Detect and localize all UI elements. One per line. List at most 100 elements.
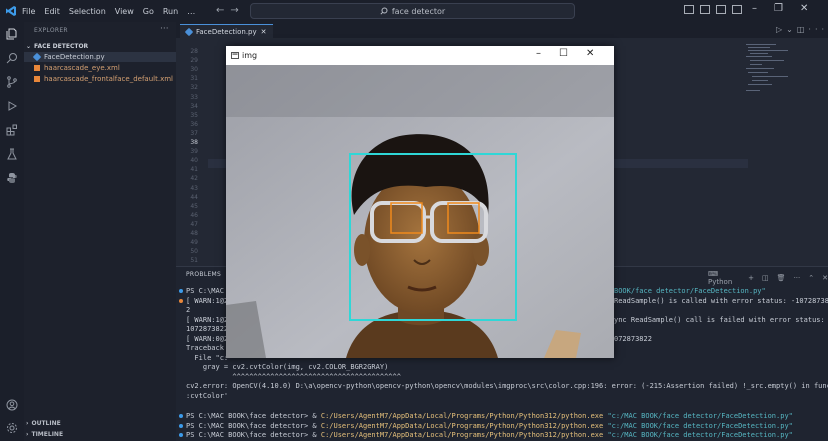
vscode-logo-icon	[0, 0, 22, 22]
customize-layout-icon[interactable]	[732, 5, 742, 14]
forward-arrow-icon[interactable]: →	[230, 5, 244, 16]
terminal-line-fragment: 072873822	[614, 334, 652, 343]
account-icon[interactable]	[6, 399, 18, 411]
terminal-line: :cvtColor'	[186, 391, 229, 400]
search-icon	[380, 7, 388, 15]
cv-window-titlebar[interactable]: img – ☐ ✕	[226, 46, 614, 65]
chevron-right-icon: ›	[26, 431, 29, 438]
line-number: 31	[190, 75, 198, 83]
terminal-line-fragment: ReadSample() is called with error status…	[614, 296, 828, 305]
more-actions-icon[interactable]: ···	[160, 24, 169, 34]
terminal-line: cv2.error: OpenCV(4.10.0) D:\a\opencv-py…	[186, 382, 828, 390]
window-app-icon	[231, 52, 239, 59]
close-icon[interactable]: ✕	[800, 3, 808, 14]
cv-minimize-icon[interactable]: –	[536, 48, 541, 59]
explorer-sidebar: EXPLORER ··· ⌄ FACE DETECTOR FaceDetecti…	[24, 22, 176, 441]
line-number: 51	[190, 257, 198, 265]
tab-facedetection-py[interactable]: FaceDetection.py ✕	[180, 24, 273, 38]
search-icon[interactable]	[6, 52, 18, 64]
terminal-prompt-line: PS C:\MAC BOOK\face detector> & C:/Users…	[186, 421, 793, 430]
extensions-icon[interactable]	[6, 124, 18, 136]
line-number: 48	[190, 230, 198, 237]
line-number: 45	[190, 202, 198, 210]
cv-maximize-icon[interactable]: ☐	[559, 48, 568, 59]
more-actions-icon[interactable]: ···	[808, 25, 828, 34]
xml-file-icon	[34, 65, 40, 71]
opencv-image-window[interactable]: img – ☐ ✕	[226, 46, 614, 358]
chevron-down-icon[interactable]: ⌄	[786, 25, 797, 34]
command-status-dot[interactable]	[179, 433, 183, 437]
maximize-panel-icon[interactable]: ⌃	[808, 274, 814, 282]
line-number: 34	[190, 102, 198, 110]
toggle-panel-icon[interactable]	[700, 5, 710, 14]
terminal-line: File "c:	[186, 353, 229, 362]
menu-run[interactable]: Run	[163, 7, 178, 16]
menu-go[interactable]: Go	[143, 7, 154, 16]
timeline-section[interactable]: › TIMELINE	[26, 431, 63, 438]
toggle-secondary-sidebar-icon[interactable]	[716, 5, 726, 14]
python-file-icon	[32, 52, 42, 62]
line-number: 46	[190, 211, 198, 219]
add-terminal-icon[interactable]: +	[748, 274, 754, 282]
run-debug-icon[interactable]	[6, 100, 18, 112]
cv-window-title: img	[242, 51, 258, 60]
terminal-python-icon[interactable]: ⌨ Python	[708, 270, 740, 286]
tab-problems[interactable]: PROBLEMS	[186, 271, 221, 278]
run-controls[interactable]: ▷⌄◫···	[776, 25, 828, 34]
line-number: 30	[190, 66, 198, 74]
file-haarcascade-eye[interactable]: haarcascade_eye.xml	[24, 63, 176, 73]
run-icon[interactable]: ▷	[776, 25, 786, 34]
python-icon[interactable]	[6, 172, 18, 184]
terminal-line: [ WARN:1@2	[186, 296, 229, 305]
restore-icon[interactable]: ❐	[774, 3, 783, 14]
minimap[interactable]	[746, 44, 796, 104]
terminal-line: [ WARN:1@2	[186, 315, 229, 324]
back-arrow-icon[interactable]: ←	[216, 5, 230, 16]
menu-file[interactable]: File	[22, 7, 35, 16]
folder-face-detector[interactable]: ⌄ FACE DETECTOR	[26, 41, 176, 51]
cv-close-icon[interactable]: ✕	[586, 48, 594, 59]
settings-gear-icon[interactable]	[6, 422, 18, 434]
editor-tabs: FaceDetection.py ✕ ▷⌄◫···	[176, 22, 828, 38]
menu-more[interactable]: …	[187, 7, 195, 16]
terminal-line: 2	[186, 306, 191, 314]
line-number: 49	[190, 239, 198, 247]
outline-section[interactable]: › OUTLINE	[26, 420, 61, 427]
command-status-dot[interactable]	[179, 423, 183, 428]
line-number: 50	[190, 248, 198, 256]
line-number: 36	[190, 120, 198, 128]
line-number: 38	[190, 139, 198, 146]
menu-edit[interactable]: Edit	[44, 7, 60, 16]
line-number: 29	[190, 57, 198, 65]
command-status-dot[interactable]	[179, 298, 183, 303]
toggle-sidebar-icon[interactable]	[684, 5, 694, 14]
python-file-icon	[184, 27, 194, 36]
terminal-line-fragment: ync ReadSample() call is failed with err…	[614, 315, 828, 324]
trash-icon[interactable]: 🗑	[777, 274, 786, 282]
testing-icon[interactable]	[6, 148, 18, 160]
terminal-line: Traceback	[186, 344, 224, 352]
minimize-icon[interactable]: –	[752, 3, 757, 14]
command-status-dot[interactable]	[179, 414, 183, 418]
file-label: haarcascade_eye.xml	[44, 64, 120, 72]
menu-selection[interactable]: Selection	[69, 7, 106, 16]
command-status-dot[interactable]	[179, 289, 183, 293]
split-editor-icon[interactable]: ◫	[797, 25, 809, 34]
chevron-right-icon: ›	[26, 420, 29, 427]
terminal-line: 1072873822	[186, 325, 229, 333]
close-panel-icon[interactable]: ✕	[822, 274, 828, 282]
explorer-title: EXPLORER	[34, 27, 68, 34]
menu-view[interactable]: View	[115, 7, 134, 16]
chevron-down-icon: ⌄	[26, 42, 32, 50]
file-facedetection-py[interactable]: FaceDetection.py	[24, 52, 176, 62]
terminal-line-fragment: BOOK/face detector/FaceDetection.py"	[614, 287, 766, 295]
split-terminal-icon[interactable]: ◫	[762, 274, 769, 282]
explorer-icon[interactable]	[6, 28, 18, 40]
nav-arrows[interactable]: ←→	[216, 5, 245, 16]
more-actions-icon[interactable]: ···	[794, 274, 801, 282]
command-center[interactable]: face detector	[250, 3, 575, 19]
tab-close-icon[interactable]: ✕	[261, 28, 267, 36]
line-number: 43	[190, 184, 198, 192]
source-control-icon[interactable]	[6, 76, 18, 88]
file-haarcascade-frontalface[interactable]: haarcascade_frontalface_default.xml	[24, 74, 176, 84]
